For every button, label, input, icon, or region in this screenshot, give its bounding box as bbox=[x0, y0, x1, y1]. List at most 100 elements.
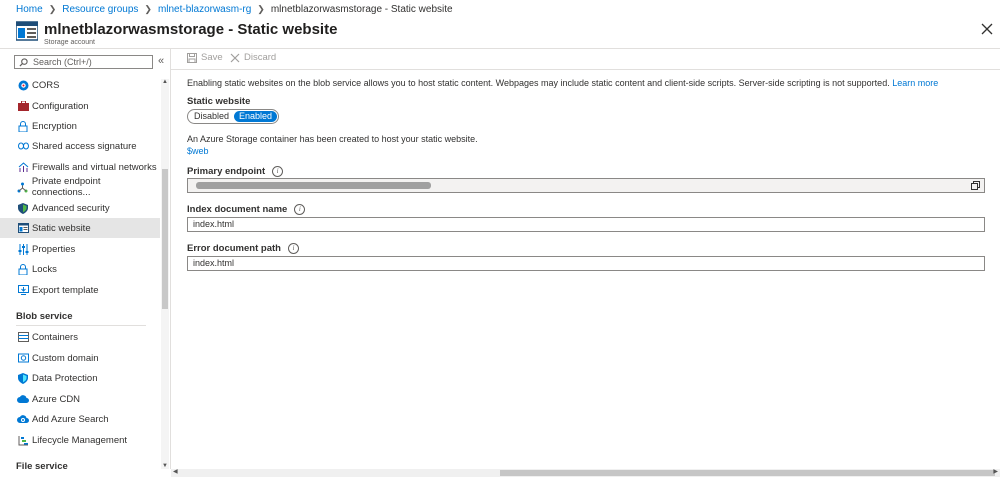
toggle-disabled-option[interactable]: Disabled bbox=[189, 111, 234, 122]
shield-icon bbox=[17, 202, 29, 214]
intro-text: Enabling static websites on the blob ser… bbox=[187, 78, 938, 88]
export-icon bbox=[17, 284, 29, 296]
sidebar-item-label: Lifecycle Management bbox=[32, 434, 128, 446]
endpoint-icon bbox=[17, 181, 29, 193]
container-note: An Azure Storage container has been crea… bbox=[187, 134, 478, 144]
sidebar-item-static-website[interactable]: Static website bbox=[0, 218, 160, 238]
lock-icon bbox=[17, 120, 29, 132]
search-input[interactable]: Search (Ctrl+/) bbox=[14, 55, 153, 69]
sidebar-item-export-template[interactable]: Export template bbox=[0, 280, 160, 300]
sidebar-item-containers[interactable]: Containers bbox=[0, 327, 160, 347]
sidebar-item-data-protection[interactable]: Data Protection bbox=[0, 368, 160, 388]
sidebar-scroll-thumb[interactable] bbox=[162, 169, 168, 309]
sidebar-item-label: Static website bbox=[32, 222, 91, 234]
info-icon[interactable]: i bbox=[272, 166, 284, 177]
error-document-label: Error document path i bbox=[187, 243, 299, 254]
discard-button[interactable]: Discard bbox=[230, 52, 276, 63]
sidebar-item-label: Private endpoint connections... bbox=[31, 176, 101, 198]
lock-icon bbox=[17, 263, 29, 275]
cloud-search-icon bbox=[17, 413, 29, 425]
sidebar-item-encryption[interactable]: Encryption bbox=[0, 116, 160, 136]
section-divider bbox=[16, 325, 146, 326]
sidebar-item-label: Shared access signature bbox=[32, 140, 137, 152]
sidebar-item-label: Containers bbox=[32, 331, 78, 343]
globe-icon bbox=[17, 352, 29, 364]
breadcrumb-current: mlnetblazorwasmstorage - Static website bbox=[270, 3, 453, 15]
search-icon bbox=[19, 57, 28, 67]
page-subtitle: Storage account bbox=[44, 39, 95, 46]
scroll-up-icon[interactable]: ▲ bbox=[161, 79, 169, 85]
primary-endpoint-field[interactable] bbox=[187, 178, 985, 193]
sidebar-item-azure-cdn[interactable]: Azure CDN bbox=[0, 389, 160, 409]
sidebar-item-label: Advanced security bbox=[32, 202, 110, 214]
toggle-enabled-option[interactable]: Enabled bbox=[234, 111, 278, 122]
static-website-toggle[interactable]: Disabled Enabled bbox=[187, 109, 280, 124]
sidebar-item-firewalls[interactable]: Firewalls and virtual networks bbox=[0, 157, 160, 177]
firewall-icon bbox=[17, 161, 29, 173]
web-container-link[interactable]: $web bbox=[187, 146, 209, 156]
chevron-right-icon: ❯ bbox=[257, 3, 265, 14]
index-document-label-text: Index document name bbox=[187, 204, 288, 215]
sidebar-item-custom-domain[interactable]: Custom domain bbox=[0, 348, 160, 368]
chevron-right-icon: ❯ bbox=[144, 3, 152, 14]
scroll-down-icon[interactable]: ▼ bbox=[161, 463, 169, 469]
section-file-service: File service bbox=[16, 461, 68, 469]
sidebar-item-locks[interactable]: Locks bbox=[0, 259, 160, 279]
sidebar-item-label: Azure CDN bbox=[32, 393, 81, 405]
error-document-input[interactable]: index.html bbox=[187, 256, 985, 271]
info-icon[interactable]: i bbox=[294, 204, 306, 215]
sidebar-item-cors[interactable]: CORS bbox=[0, 75, 160, 95]
copy-icon[interactable] bbox=[971, 181, 980, 190]
search-placeholder: Search (Ctrl+/) bbox=[33, 57, 92, 67]
index-document-label: Index document name i bbox=[187, 204, 306, 215]
main-content: Enabling static websites on the blob ser… bbox=[171, 70, 1000, 470]
breadcrumb: Home ❯ Resource groups ❯ mlnet-blazorwas… bbox=[0, 0, 1000, 18]
breadcrumb-resource-groups[interactable]: Resource groups bbox=[62, 4, 138, 15]
sidebar-item-add-azure-search[interactable]: Add Azure Search bbox=[0, 409, 160, 429]
blade-header: mlnetblazorwasmstorage - Static website … bbox=[0, 18, 1000, 49]
info-icon[interactable]: i bbox=[287, 243, 299, 254]
static-website-icon bbox=[17, 222, 29, 234]
static-website-icon bbox=[16, 21, 38, 41]
sidebar-item-label: Locks bbox=[32, 263, 57, 275]
sliders-icon bbox=[17, 243, 29, 255]
sidebar-scrollbar[interactable]: ▲ ▼ bbox=[161, 79, 169, 469]
redacted-endpoint bbox=[196, 182, 431, 189]
scroll-right-icon[interactable]: ▶ bbox=[993, 468, 998, 475]
collapse-sidebar-icon[interactable]: « bbox=[158, 55, 164, 67]
link-icon bbox=[17, 140, 29, 152]
learn-more-link[interactable]: Learn more bbox=[892, 78, 938, 88]
close-icon[interactable] bbox=[980, 22, 994, 36]
containers-icon bbox=[17, 331, 29, 343]
scroll-left-icon[interactable]: ◀ bbox=[173, 468, 178, 475]
error-document-label-text: Error document path bbox=[187, 243, 281, 254]
chevron-right-icon: ❯ bbox=[48, 3, 57, 14]
sidebar-item-label: Export template bbox=[32, 284, 99, 296]
briefcase-icon bbox=[17, 100, 29, 112]
lifecycle-icon bbox=[17, 434, 29, 446]
sidebar-item-private-endpoint[interactable]: Private endpoint connections... bbox=[0, 176, 160, 198]
sidebar-item-label: Custom domain bbox=[32, 352, 99, 364]
intro-description: Enabling static websites on the blob ser… bbox=[187, 78, 890, 88]
sidebar-item-label: Add Azure Search bbox=[32, 413, 109, 425]
cors-icon bbox=[17, 79, 29, 91]
sidebar-item-properties[interactable]: Properties bbox=[0, 239, 160, 259]
sidebar-item-label: Firewalls and virtual networks bbox=[32, 161, 157, 173]
horizontal-scrollbar[interactable]: ◀ ▶ bbox=[171, 469, 1000, 477]
breadcrumb-resource-group[interactable]: mlnet-blazorwasm-rg bbox=[158, 4, 251, 15]
command-bar: Save Discard bbox=[171, 49, 1000, 70]
sidebar-item-label: Data Protection bbox=[32, 372, 98, 384]
save-label: Save bbox=[201, 52, 223, 63]
sidebar-item-label: Properties bbox=[32, 243, 76, 255]
shield-icon bbox=[17, 372, 29, 384]
sidebar-item-lifecycle-management[interactable]: Lifecycle Management bbox=[0, 430, 160, 450]
save-button[interactable]: Save bbox=[187, 52, 223, 63]
breadcrumb-home[interactable]: Home bbox=[16, 4, 43, 15]
sidebar-item-shared-access-signature[interactable]: Shared access signature bbox=[0, 136, 160, 156]
horizontal-scroll-thumb[interactable] bbox=[500, 470, 995, 476]
cloud-icon bbox=[17, 393, 29, 405]
sidebar-item-configuration[interactable]: Configuration bbox=[0, 96, 160, 116]
sidebar-item-label: CORS bbox=[32, 79, 60, 91]
sidebar-item-advanced-security[interactable]: Advanced security bbox=[0, 198, 160, 218]
index-document-input[interactable]: index.html bbox=[187, 217, 985, 232]
